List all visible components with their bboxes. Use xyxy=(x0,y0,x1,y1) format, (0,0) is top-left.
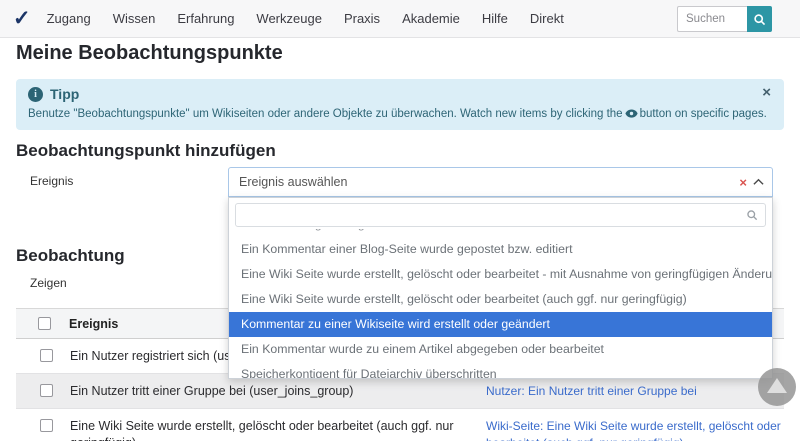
select-all-checkbox[interactable] xyxy=(38,317,51,330)
dropdown-option[interactable]: Eine Wiki Seite wurde erstellt, gelöscht… xyxy=(229,287,772,312)
close-icon[interactable]: × xyxy=(762,85,771,100)
dropdown-option[interactable]: Eine Wiki Seite wurde erstellt, gelöscht… xyxy=(229,262,772,287)
nav-item-erfahrung[interactable]: Erfahrung xyxy=(177,11,234,26)
clear-selection-icon[interactable]: × xyxy=(735,175,751,190)
event-label: Ereignis xyxy=(30,174,73,188)
show-label: Zeigen xyxy=(30,276,67,290)
dropdown-option-selected[interactable]: Kommentar zu einer Wikiseite wird erstel… xyxy=(229,312,772,337)
scroll-to-top-button[interactable] xyxy=(758,368,796,406)
checkmark-logo[interactable]: ✓ xyxy=(13,8,31,29)
table-row: Eine Wiki Seite wurde erstellt, gelöscht… xyxy=(16,409,784,441)
dropdown-option[interactable]: Ein neuer Blog-Eintrag ist veröffentlich… xyxy=(229,229,772,237)
main-menu: Zugang Wissen Erfahrung Werkzeuge Praxis… xyxy=(47,11,564,26)
nav-item-hilfe[interactable]: Hilfe xyxy=(482,11,508,26)
dropdown-search xyxy=(235,203,766,227)
arrow-up-icon xyxy=(767,378,787,393)
event-select-value: Ereignis auswählen xyxy=(229,175,735,189)
table-row: Ein Nutzer tritt einer Gruppe bei (user_… xyxy=(16,374,784,409)
add-watchpoint-heading: Beobachtungspunkt hinzufügen xyxy=(16,141,276,161)
search-input[interactable] xyxy=(677,6,747,32)
row-checkbox[interactable] xyxy=(40,384,53,397)
row-checkbox[interactable] xyxy=(40,419,53,432)
dropdown-option-list: Ein neuer Blog-Eintrag ist veröffentlich… xyxy=(229,229,772,378)
info-icon: i xyxy=(28,87,43,102)
row-event-text: Ein Nutzer tritt einer Gruppe bei (user_… xyxy=(70,374,480,408)
nav-item-direkt[interactable]: Direkt xyxy=(530,11,564,26)
watch-list-heading: Beobachtung xyxy=(16,246,125,266)
event-dropdown-panel: Ein neuer Blog-Eintrag ist veröffentlich… xyxy=(228,197,773,379)
page: ✓ Zugang Wissen Erfahrung Werkzeuge Prax… xyxy=(0,0,800,441)
event-select[interactable]: Ereignis auswählen × xyxy=(228,167,773,197)
dropdown-option[interactable]: Ein Kommentar einer Blog-Seite wurde gep… xyxy=(229,237,772,262)
dropdown-option[interactable]: Speicherkontigent für Dateiarchiv übersc… xyxy=(229,362,772,378)
tip-body: Benutze "Beobachtungspunkte" um Wikiseit… xyxy=(28,108,772,121)
search-icon xyxy=(746,209,765,221)
global-search xyxy=(677,6,772,32)
row-object-link[interactable]: Nutzer: Ein Nutzer tritt einer Gruppe be… xyxy=(486,374,782,408)
nav-item-praxis[interactable]: Praxis xyxy=(344,11,380,26)
row-object-link[interactable]: Wiki-Seite: Eine Wiki Seite wurde erstel… xyxy=(486,409,782,441)
eye-icon xyxy=(625,109,638,121)
dropdown-search-input[interactable] xyxy=(236,205,746,225)
nav-item-zugang[interactable]: Zugang xyxy=(47,11,91,26)
tip-box: i Tipp × Benutze "Beobachtungspunkte" um… xyxy=(16,79,784,130)
row-event-text: Eine Wiki Seite wurde erstellt, gelöscht… xyxy=(70,409,480,441)
search-button[interactable] xyxy=(747,6,772,32)
top-navbar: ✓ Zugang Wissen Erfahrung Werkzeuge Prax… xyxy=(0,0,800,38)
tip-title: Tipp xyxy=(50,86,79,102)
nav-item-akademie[interactable]: Akademie xyxy=(402,11,460,26)
search-icon xyxy=(753,13,766,26)
column-header-event: Ereignis xyxy=(69,317,118,331)
nav-item-werkzeuge[interactable]: Werkzeuge xyxy=(256,11,322,26)
page-title: Meine Beobachtungspunkte xyxy=(16,42,283,65)
dropdown-option[interactable]: Ein Kommentar wurde zu einem Artikel abg… xyxy=(229,337,772,362)
row-checkbox[interactable] xyxy=(40,349,53,362)
nav-item-wissen[interactable]: Wissen xyxy=(113,11,156,26)
chevron-up-icon[interactable] xyxy=(751,178,772,186)
